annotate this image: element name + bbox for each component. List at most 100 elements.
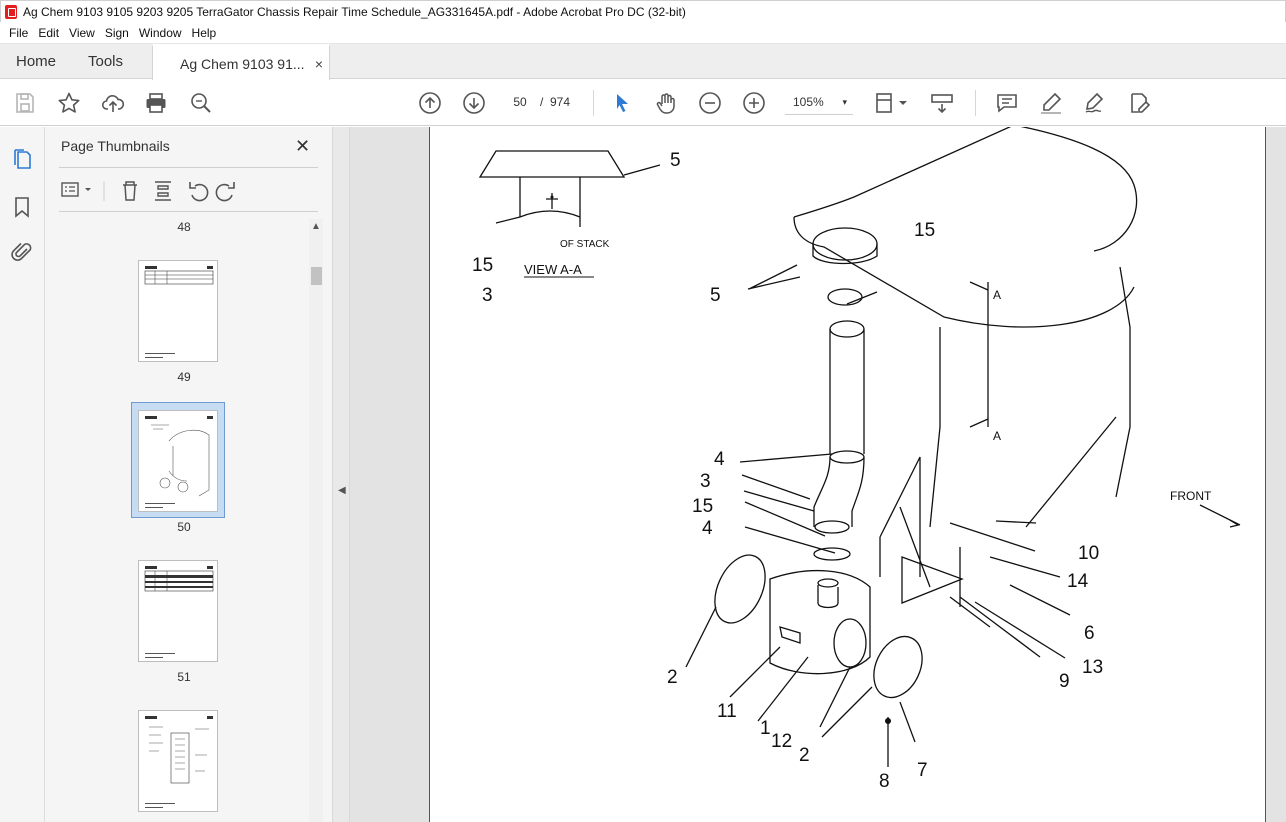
main-toolbar: 50 / 974 105% ▾: [0, 80, 1286, 126]
exhaust-parts-diagram: 5 15 3 5 15 4 3 15 4 10 14 6 13 9 2 11 1…: [472, 127, 1241, 792]
highlight-icon[interactable]: [1039, 91, 1063, 115]
page-thumbnails-icon[interactable]: [10, 147, 34, 171]
document-viewport[interactable]: 5 15 3 5 15 4 3 15 4 10 14 6 13 9 2 11 1…: [350, 127, 1286, 822]
zoom-search-icon[interactable]: [189, 91, 213, 115]
callout-13: 13: [1082, 657, 1103, 678]
thumbnail-page[interactable]: [138, 560, 218, 662]
zoom-level-value: 105%: [793, 95, 824, 109]
callout-3: 3: [482, 285, 493, 306]
callout-11: 11: [717, 701, 737, 722]
toolbar-divider: [975, 90, 976, 116]
arrow-down-circle-icon[interactable]: [462, 91, 486, 115]
menu-help[interactable]: Help: [187, 26, 222, 40]
callout-9: 9: [1059, 671, 1070, 692]
rotate-right-icon[interactable]: [215, 182, 235, 202]
scroll-thumb[interactable]: [311, 267, 322, 285]
callout-15: 15: [472, 255, 493, 276]
panel-divider: [59, 211, 318, 212]
sign-icon[interactable]: [1083, 91, 1107, 115]
section-a-bottom: A: [993, 429, 1001, 443]
callout-6: 6: [1084, 623, 1095, 644]
thumbnail-page[interactable]: [138, 710, 218, 812]
hand-icon[interactable]: [654, 91, 678, 115]
thumbnail-label: 50: [177, 520, 191, 534]
page-number-input[interactable]: 50: [503, 90, 537, 115]
callout-7: 7: [917, 760, 928, 781]
callout-14: 14: [1067, 571, 1089, 592]
delete-page-icon[interactable]: [123, 181, 137, 201]
front-label: FRONT: [1170, 489, 1212, 503]
callout-4: 4: [714, 449, 725, 470]
star-icon[interactable]: [57, 91, 81, 115]
thumbnail-page-current[interactable]: [138, 410, 218, 512]
page-separator: /: [540, 95, 544, 109]
thumbnail-list: 48 49 50 51: [59, 217, 309, 822]
thumbnail-label: 51: [177, 670, 191, 684]
tab-home[interactable]: Home: [16, 44, 56, 79]
zoom-in-icon[interactable]: [742, 91, 766, 115]
acrobat-app-icon: [5, 4, 17, 19]
thumbnail-page[interactable]: [138, 260, 218, 362]
panel-divider: [59, 167, 318, 168]
tab-document[interactable]: Ag Chem 9103 91... ×: [152, 44, 330, 80]
menu-sign[interactable]: Sign: [100, 26, 134, 40]
insert-page-icon[interactable]: [155, 181, 171, 201]
tab-document-label: Ag Chem 9103 91...: [180, 55, 305, 72]
callout-5: 5: [670, 150, 681, 171]
tab-close-button[interactable]: ×: [315, 56, 323, 72]
panel-title: Page Thumbnails: [61, 138, 170, 154]
upload-icon[interactable]: [101, 91, 125, 115]
thumbnail-label: 48: [177, 220, 191, 234]
thumbnails-panel: Page Thumbnails ✕ 48 49 50 51 ▲: [45, 127, 332, 822]
title-bar: Ag Chem 9103 9105 9203 9205 TerraGator C…: [0, 0, 1286, 22]
panel-close-button[interactable]: ✕: [295, 136, 310, 157]
comment-icon[interactable]: [995, 91, 1019, 115]
window-title: Ag Chem 9103 9105 9203 9205 TerraGator C…: [23, 4, 686, 19]
print-icon[interactable]: [144, 91, 168, 115]
rotate-left-icon[interactable]: [189, 182, 209, 202]
pdf-page: 5 15 3 5 15 4 3 15 4 10 14 6 13 9 2 11 1…: [429, 127, 1266, 822]
save-icon[interactable]: [13, 91, 37, 115]
callout-4: 4: [702, 518, 713, 539]
callout-15: 15: [914, 220, 935, 241]
attachment-icon[interactable]: [10, 240, 34, 264]
zoom-out-icon[interactable]: [698, 91, 722, 115]
zoom-level-select[interactable]: 105% ▾: [785, 90, 853, 115]
callout-8: 8: [879, 771, 890, 792]
callout-5: 5: [710, 285, 721, 306]
arrow-up-circle-icon[interactable]: [418, 91, 442, 115]
callout-2: 2: [667, 667, 678, 688]
section-a-top: A: [993, 288, 1001, 302]
options-menu-icon[interactable]: [61, 182, 91, 197]
menu-edit[interactable]: Edit: [33, 26, 64, 40]
tab-tools[interactable]: Tools: [88, 44, 123, 79]
callout-10: 10: [1078, 543, 1099, 564]
chevron-down-icon: ▾: [842, 97, 847, 107]
toolbar-divider: [593, 90, 594, 116]
tab-bar: Home Tools Ag Chem 9103 91... ×: [0, 44, 1286, 80]
callout-12: 12: [771, 731, 792, 752]
panel-toolbar: [59, 176, 318, 204]
panel-splitter[interactable]: ◀: [332, 127, 350, 822]
cursor-icon[interactable]: [610, 91, 634, 115]
menu-file[interactable]: File: [4, 26, 33, 40]
edit-pdf-icon[interactable]: [1127, 91, 1151, 115]
menu-window[interactable]: Window: [134, 26, 187, 40]
thumbnail-scrollbar[interactable]: ▲: [309, 219, 323, 822]
bookmark-icon[interactable]: [10, 195, 34, 219]
scroll-up-icon[interactable]: ▲: [311, 221, 321, 232]
callout-15: 15: [692, 496, 713, 517]
scroll-mode-icon[interactable]: [930, 91, 954, 115]
page-total: 974: [550, 95, 571, 109]
menu-view[interactable]: View: [64, 26, 100, 40]
navigation-rail: [0, 127, 45, 822]
menu-bar: File Edit View Sign Window Help: [0, 22, 1286, 44]
thumbnail-label: 49: [177, 370, 191, 384]
view-a-a-label: VIEW A-A: [524, 262, 582, 277]
fit-page-icon[interactable]: [874, 91, 910, 115]
callout-3: 3: [700, 471, 711, 492]
collapse-panel-icon[interactable]: ◀: [338, 485, 346, 496]
callout-2: 2: [799, 745, 810, 766]
stack-label: OF STACK: [560, 239, 610, 250]
callout-1: 1: [760, 718, 771, 739]
